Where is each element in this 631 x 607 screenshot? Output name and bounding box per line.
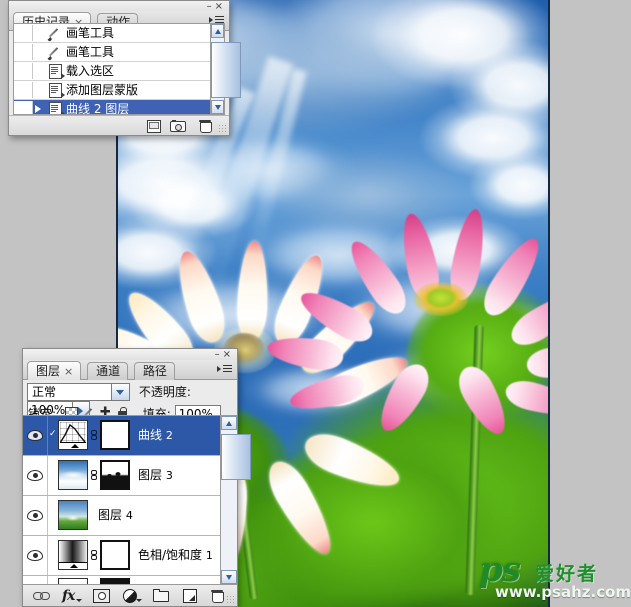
history-item-selected[interactable]: 曲线 2 图层 (14, 100, 225, 115)
history-snapshot-toggle[interactable] (14, 25, 33, 41)
layers-panel-menu-icon[interactable] (217, 362, 233, 376)
layer-name[interactable]: 图层 4 (88, 496, 133, 535)
history-item[interactable]: 画笔工具 (14, 43, 225, 62)
layer-thumbnail-scene[interactable] (58, 500, 88, 530)
layers-scroll-thumb[interactable] (221, 434, 251, 480)
tab-channels[interactable]: 通道 (87, 362, 129, 380)
blend-mode-select[interactable]: 正常 (27, 383, 130, 401)
layer-name[interactable]: 曲线 2 (130, 416, 173, 455)
layer-link-indicator (48, 456, 58, 495)
history-item-label: 添加图层蒙版 (66, 83, 139, 97)
mask-link-icon[interactable] (88, 416, 100, 455)
history-item[interactable]: 添加图层蒙版 (14, 81, 225, 100)
chevron-down-icon[interactable] (111, 384, 129, 400)
layers-scrollbar[interactable] (220, 415, 251, 585)
history-current-marker (33, 43, 45, 61)
eye-icon (27, 429, 43, 441)
tab-layers[interactable]: 图层 × (27, 361, 82, 380)
layer-name[interactable]: 图层 3 (130, 456, 173, 495)
history-item-label: 画笔工具 (66, 45, 115, 59)
history-item[interactable]: 载入选区 (14, 62, 225, 81)
layer-thumbnail-sky[interactable] (58, 460, 88, 490)
layers-resize-grip[interactable] (226, 595, 235, 604)
layer-list[interactable]: ✓ 曲线 2 图层 3 图层 4 色相/饱和度 1 (23, 415, 222, 585)
brush-icon (45, 43, 63, 61)
tab-layers-label: 图层 (36, 364, 61, 378)
tab-paths[interactable]: 路径 (133, 362, 175, 380)
layer-link-indicator (48, 496, 58, 535)
history-panel[interactable]: –× 历史记录× 动作 画笔工具 画笔工具 载入选区 添加图层蒙版 (8, 0, 241, 136)
layer-mask-thumbnail[interactable] (100, 460, 130, 490)
layers-scroll-up-icon[interactable] (221, 416, 237, 430)
pink-lotus-flower (265, 206, 548, 441)
history-snapshot-toggle[interactable] (14, 101, 33, 114)
layers-panel[interactable]: –× 图层 × 通道 路径 正常 不透明度: 100% 锁定: ✚ 填充: 10… (22, 348, 251, 607)
history-item-label: 画笔工具 (66, 26, 115, 40)
layer-link-indicator (48, 536, 58, 575)
layers-tabstrip[interactable]: 图层 × 通道 路径 (23, 360, 237, 380)
trash-icon[interactable] (195, 117, 215, 134)
opacity-label: 不透明度: (138, 385, 191, 399)
mask-icon[interactable] (89, 587, 115, 604)
history-resize-grip[interactable] (218, 124, 227, 133)
tab-paths-label: 路径 (142, 364, 167, 378)
new-layer-icon[interactable] (178, 587, 204, 604)
history-item-label: 载入选区 (66, 64, 115, 78)
history-snapshot-toggle[interactable] (14, 63, 33, 79)
camera-icon[interactable] (167, 117, 191, 134)
fx-icon[interactable]: fx (59, 587, 85, 604)
history-scrollbar[interactable] (210, 23, 241, 115)
document-icon (45, 81, 65, 99)
table-row[interactable]: 图层 4 (23, 496, 222, 536)
layer-visibility-toggle[interactable] (23, 496, 48, 535)
folder-icon[interactable] (149, 587, 175, 604)
half-circle-icon[interactable] (119, 587, 145, 604)
layers-window-controls[interactable]: –× (215, 349, 234, 360)
tab-channels-label: 通道 (96, 364, 121, 378)
brush-icon (45, 24, 63, 42)
layers-scroll-down-icon[interactable] (221, 570, 237, 584)
blend-mode-value: 正常 (32, 385, 57, 399)
history-current-marker (33, 62, 45, 80)
layers-close-icon[interactable]: × (223, 349, 234, 360)
history-current-marker (33, 24, 45, 42)
table-row[interactable]: 色相/饱和度 1 (23, 536, 222, 576)
eye-icon (27, 549, 43, 561)
history-current-marker (33, 100, 45, 114)
layer-thumbnail-gradient[interactable] (58, 540, 88, 570)
history-item[interactable]: 画笔工具 (14, 24, 225, 43)
history-scroll-up-icon[interactable] (211, 24, 224, 38)
layer-visibility-toggle[interactable] (23, 536, 48, 575)
history-snapshot-toggle[interactable] (14, 82, 33, 98)
layer-link-indicator: ✓ (49, 429, 57, 439)
history-item-label: 曲线 2 图层 (66, 102, 130, 115)
history-panel-footer (9, 115, 229, 135)
layer-thumbnail-curves[interactable] (58, 420, 88, 450)
table-row[interactable]: ✓ 曲线 2 (23, 416, 222, 456)
layer-visibility-toggle[interactable] (23, 456, 48, 495)
document-icon (45, 100, 65, 114)
layers-panel-footer: fx (23, 584, 237, 606)
table-row[interactable]: 图层 3 (23, 456, 222, 496)
eye-icon (27, 469, 43, 481)
layers-minimize-icon[interactable]: – (215, 349, 223, 360)
document-icon (45, 62, 65, 80)
mask-link-icon[interactable] (88, 536, 100, 575)
layer-visibility-toggle[interactable] (23, 416, 48, 455)
chain-link-icon[interactable] (29, 587, 55, 604)
desktop-background: –× 历史记录× 动作 画笔工具 画笔工具 载入选区 添加图层蒙版 (0, 0, 631, 607)
layer-mask-thumbnail[interactable] (100, 540, 130, 570)
history-current-marker (33, 81, 45, 99)
tab-layers-close-icon[interactable]: × (64, 365, 73, 378)
eye-icon (27, 509, 43, 521)
new-document-icon[interactable] (143, 117, 163, 134)
history-scroll-thumb[interactable] (211, 42, 241, 98)
history-snapshot-toggle[interactable] (14, 44, 33, 60)
mask-link-icon[interactable] (88, 456, 100, 495)
history-scroll-down-icon[interactable] (211, 100, 224, 114)
history-state-list[interactable]: 画笔工具 画笔工具 载入选区 添加图层蒙版 曲线 2 图层 (13, 23, 225, 115)
blend-and-opacity-row: 正常 不透明度: 100% (23, 380, 237, 419)
layer-name[interactable]: 色相/饱和度 1 (130, 536, 213, 575)
layer-mask-thumbnail[interactable] (100, 420, 130, 450)
